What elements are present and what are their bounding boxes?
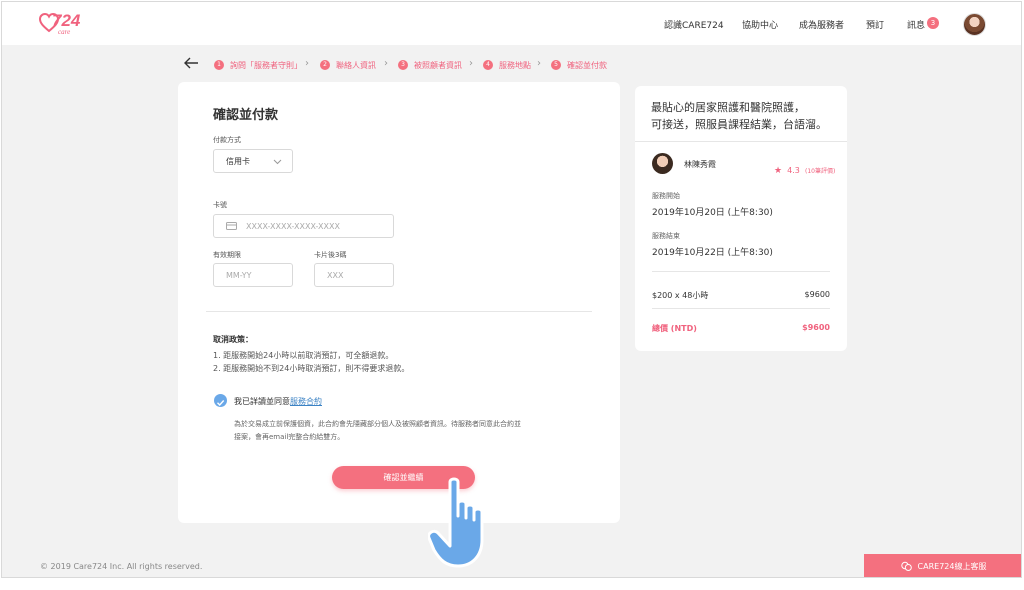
step-5-number: 5 <box>551 60 561 70</box>
online-support-button[interactable]: CARE724線上客服 <box>864 554 1021 577</box>
step-5[interactable]: 5 確認並付款 <box>551 59 607 71</box>
support-label: CARE724線上客服 <box>917 562 987 571</box>
privacy-note-line: 接案，會再email完整合約給雙方。 <box>234 433 345 441</box>
expiry-placeholder: MM-YY <box>226 270 252 280</box>
app-frame: 724 care 認識CARE724 協助中心 成為服務者 預訂 訊息 3 1 … <box>1 1 1022 578</box>
payment-form-card: 確認並付款 付款方式 信用卡 卡號 XXXX-XXXX-XXXX-XXXX 有效… <box>178 82 620 523</box>
payment-method-value: 信用卡 <box>226 156 250 166</box>
back-arrow-icon[interactable] <box>183 56 199 70</box>
step-1-label: 詢問「服務者守則」 <box>230 60 302 70</box>
user-avatar[interactable] <box>963 13 986 36</box>
top-navbar: 724 care 認識CARE724 協助中心 成為服務者 預訂 訊息 3 <box>2 2 1021 45</box>
payment-method-select[interactable]: 信用卡 <box>213 149 293 173</box>
card-number-label: 卡號 <box>213 201 227 209</box>
chevron-down-icon <box>273 159 282 165</box>
cancellation-policy-title: 取消政策： <box>213 335 253 344</box>
expiry-input[interactable]: MM-YY <box>213 263 293 287</box>
service-start-label: 服務開始 <box>652 192 680 200</box>
privacy-note: 為於交易成立前保護個資，此合約會先隱藏部分個人及被照顧者資訊。待服務者同意此合約… <box>234 418 521 444</box>
nav-help-center[interactable]: 協助中心 <box>742 18 778 31</box>
chevron-right-icon: › <box>384 58 388 69</box>
page-title: 確認並付款 <box>213 108 279 123</box>
rate-value: $9600 <box>804 290 830 299</box>
caregiver-name: 林陳秀霞 <box>684 160 716 169</box>
cvv-label: 卡片後3碼 <box>314 251 347 259</box>
agree-text: 我已詳讀並同意服務合約 <box>234 396 322 407</box>
section-divider <box>635 141 847 142</box>
headline-line: 最貼心的居家照護和醫院照護， <box>651 101 805 114</box>
nav-become-caregiver[interactable]: 成為服務者 <box>799 18 844 31</box>
step-1[interactable]: 1 詢問「服務者守則」 <box>214 59 302 71</box>
step-1-number: 1 <box>214 60 224 70</box>
card-number-placeholder: XXXX-XXXX-XXXX-XXXX <box>246 221 340 231</box>
card-number-input[interactable]: XXXX-XXXX-XXXX-XXXX <box>213 214 394 238</box>
total-value: $9600 <box>802 323 830 332</box>
step-5-label: 確認並付款 <box>567 60 607 70</box>
service-end-label: 服務結束 <box>652 232 680 240</box>
star-icon: ★ <box>774 166 783 176</box>
credit-card-icon <box>226 222 237 230</box>
checkmark-icon <box>217 400 225 407</box>
agree-prefix: 我已詳讀並同意 <box>234 397 290 406</box>
step-4-label: 服務地點 <box>499 60 531 70</box>
logo-subtext: care <box>58 28 71 36</box>
care724-logo[interactable]: 724 care <box>38 10 84 38</box>
step-3[interactable]: 3 被照顧者資訊 <box>398 59 462 71</box>
service-start-value: 2019年10月20日 (上午8:30) <box>652 208 773 218</box>
nav-messages[interactable]: 訊息 <box>907 18 925 31</box>
policy-item: 1. 距服務開始24小時以前取消預訂，可全額退款。 <box>213 351 394 360</box>
step-2-label: 聯絡人資訊 <box>336 60 376 70</box>
service-end-value: 2019年10月22日 (上午8:30) <box>652 248 773 258</box>
chevron-right-icon: › <box>469 58 473 69</box>
policy-item: 2. 距服務開始不到24小時取消預訂，則不得要求退款。 <box>213 364 410 373</box>
messages-count-badge: 3 <box>927 17 939 29</box>
payment-method-label: 付款方式 <box>213 136 241 144</box>
caregiver-headline: 最貼心的居家照護和醫院照護， 可接送，照服員課程結業，台語溜。 <box>651 99 827 133</box>
cvv-input[interactable]: XXX <box>314 263 394 287</box>
section-divider <box>652 308 830 309</box>
section-divider <box>206 311 592 312</box>
footer-copyright: © 2019 Care724 Inc. All rights reserved. <box>40 562 203 571</box>
pointing-hand-icon <box>428 477 484 568</box>
headline-line: 可接送，照服員課程結業，台語溜。 <box>651 118 827 131</box>
section-divider <box>652 271 830 272</box>
step-3-number: 3 <box>398 60 408 70</box>
step-4[interactable]: 4 服務地點 <box>483 59 531 71</box>
chevron-right-icon: › <box>305 58 309 69</box>
cvv-placeholder: XXX <box>327 270 344 280</box>
chevron-right-icon: › <box>537 58 541 69</box>
service-contract-link[interactable]: 服務合約 <box>290 397 322 406</box>
privacy-note-line: 為於交易成立前保護個資，此合約會先隱藏部分個人及被照顧者資訊。待服務者同意此合約… <box>234 420 521 428</box>
step-3-label: 被照顧者資訊 <box>414 60 462 70</box>
caregiver-avatar <box>652 153 673 174</box>
nav-booking[interactable]: 預訂 <box>866 18 884 31</box>
chat-icon <box>900 561 912 571</box>
booking-summary-card: 最貼心的居家照護和醫院照護， 可接送，照服員課程結業，台語溜。 林陳秀霞 ★ 4… <box>635 86 847 351</box>
total-label: 總價 (NTD) <box>652 324 697 333</box>
step-4-number: 4 <box>483 60 493 70</box>
rating-value: 4.3 <box>787 166 800 175</box>
expiry-label: 有效期限 <box>213 251 241 259</box>
step-2[interactable]: 2 聯絡人資訊 <box>320 59 376 71</box>
nav-about[interactable]: 認識CARE724 <box>664 18 724 31</box>
rate-label: $200 x 48小時 <box>652 291 709 300</box>
rating-count: (10筆評價) <box>805 168 836 175</box>
step-2-number: 2 <box>320 60 330 70</box>
agree-checkbox[interactable] <box>214 394 227 407</box>
caregiver-rating: ★ 4.3 (10筆評價) <box>774 158 835 177</box>
